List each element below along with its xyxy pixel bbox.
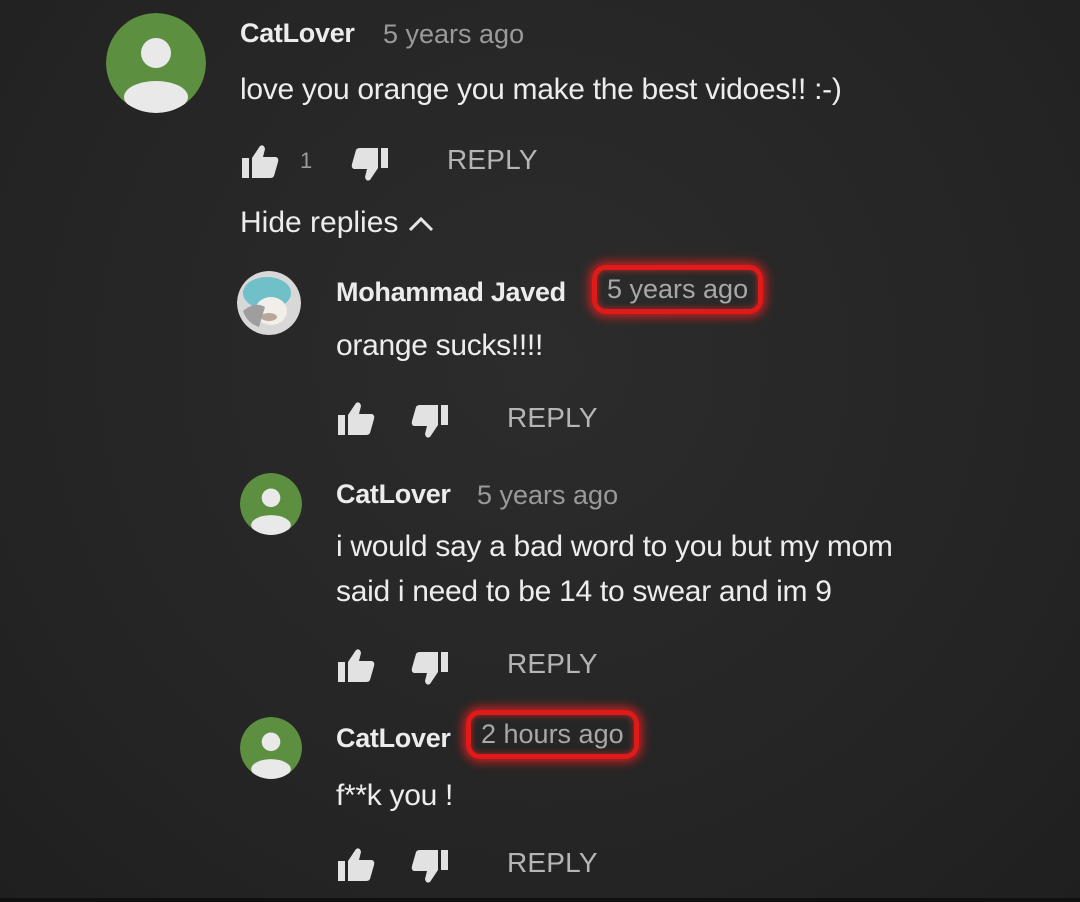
dislike-icon[interactable] [410,401,450,441]
avatar[interactable] [240,473,302,535]
reply-button[interactable]: REPLY [507,847,598,879]
comment-text: orange sucks!!!! [336,329,543,362]
comment-author[interactable]: Mohammad Javed [336,277,566,308]
avatar[interactable] [237,271,301,335]
photo-avatar-icon [237,271,301,335]
comment-text: f**k you ! [336,779,454,812]
comment-text: said i need to be 14 to swear and im 9 [336,575,832,608]
like-icon[interactable] [336,646,376,686]
hide-replies-toggle[interactable]: Hide replies [240,206,434,240]
reply-button[interactable]: REPLY [507,402,598,434]
like-icon[interactable] [336,399,376,439]
comment-author[interactable]: CatLover [336,479,451,510]
like-icon[interactable] [240,142,280,182]
dislike-icon[interactable] [410,648,450,688]
comment-timestamp[interactable]: 5 years ago [477,480,618,511]
comment-text: i would say a bad word to you but my mom [336,530,893,563]
comment-author[interactable]: CatLover [336,723,451,754]
comment-author[interactable]: CatLover [240,18,355,49]
dislike-icon[interactable] [350,144,390,184]
reply-button[interactable]: REPLY [507,648,598,680]
comment-timestamp[interactable]: 5 years ago [592,265,764,314]
chevron-up-icon [409,216,434,232]
like-icon[interactable] [336,845,376,885]
dislike-icon[interactable] [410,846,450,886]
comment-thread: CatLover 5 years ago love you orange you… [0,0,1080,902]
user-avatar-icon [240,717,302,779]
hide-replies-label: Hide replies [240,206,399,239]
avatar[interactable] [106,13,206,113]
like-count: 1 [300,148,313,173]
bottom-border [0,898,1080,902]
user-avatar-icon [106,13,206,113]
comment-timestamp[interactable]: 2 hours ago [466,710,639,759]
comment-text: love you orange you make the best vidoes… [240,73,842,106]
avatar[interactable] [240,717,302,779]
comment-timestamp[interactable]: 5 years ago [383,19,524,50]
reply-button[interactable]: REPLY [447,144,538,176]
user-avatar-icon [240,473,302,535]
